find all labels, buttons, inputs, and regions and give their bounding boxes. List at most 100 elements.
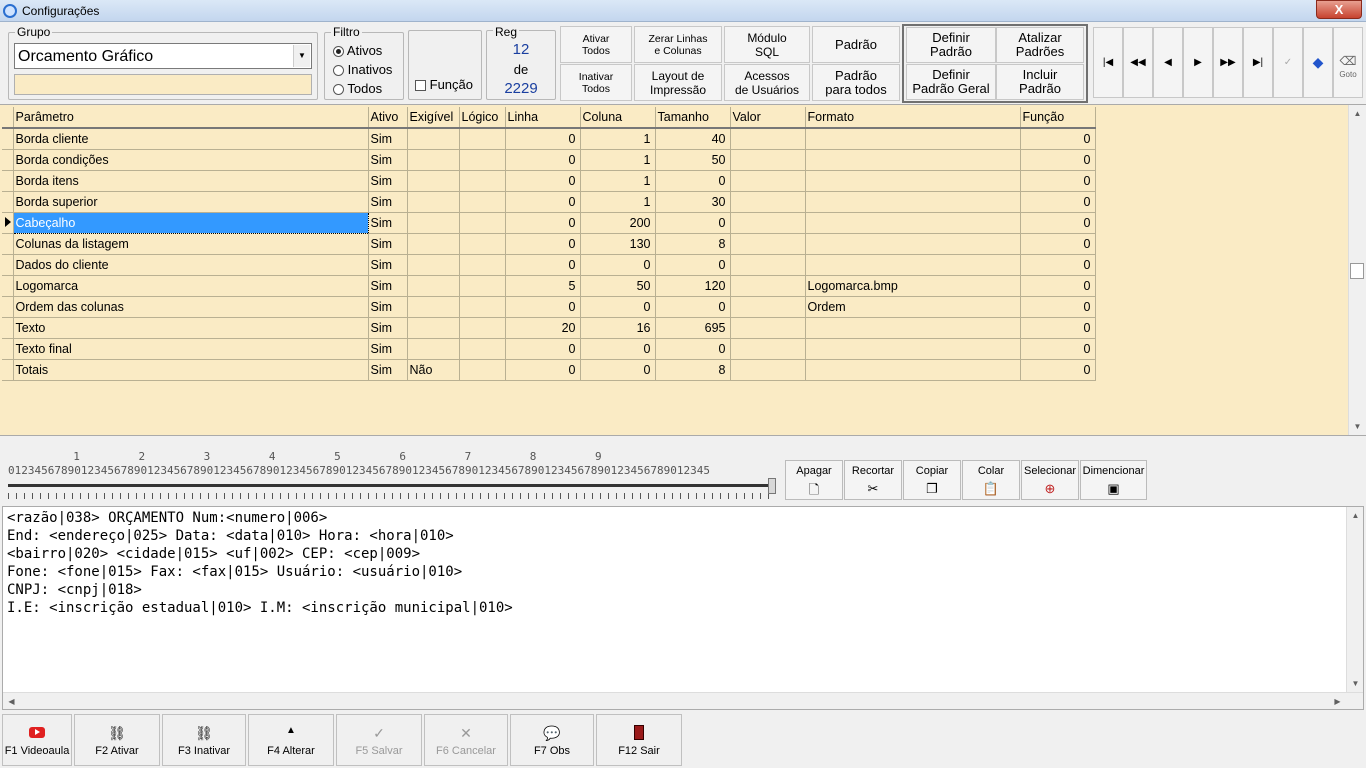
- cell-coluna[interactable]: 0: [580, 254, 656, 276]
- acessos-usuarios-button[interactable]: Acessos de Usuários: [724, 64, 810, 101]
- cell-parametro[interactable]: Cabeçalho: [12, 211, 369, 234]
- ativar-button[interactable]: ⛓ F2 Ativar: [74, 714, 160, 766]
- table-row[interactable]: Borda itens Sim 0 1 0 0: [2, 170, 1096, 192]
- cell-ativo[interactable]: Sim: [368, 317, 408, 339]
- cell-linha[interactable]: 0: [505, 296, 581, 318]
- modulo-sql-button[interactable]: Módulo SQL: [724, 26, 810, 63]
- cell-linha[interactable]: 0: [505, 170, 581, 192]
- cell-formato[interactable]: [805, 170, 1021, 192]
- table-row[interactable]: Cabeçalho Sim 0 200 0 0: [2, 211, 1096, 234]
- cell-formato[interactable]: [805, 317, 1021, 339]
- cell-formato[interactable]: [805, 128, 1021, 150]
- cell-funcao[interactable]: 0: [1020, 233, 1096, 255]
- cell-ativo[interactable]: Sim: [368, 191, 408, 213]
- row-indicator[interactable]: [2, 191, 14, 213]
- cell-valor[interactable]: [730, 254, 806, 276]
- scroll-down-icon[interactable]: ▼: [1347, 675, 1364, 692]
- row-indicator[interactable]: [2, 233, 14, 255]
- radio-todos[interactable]: Todos: [333, 81, 382, 96]
- cell-parametro[interactable]: Totais: [13, 359, 369, 381]
- table-row[interactable]: Dados do cliente Sim 0 0 0 0: [2, 254, 1096, 276]
- cell-coluna[interactable]: 0: [580, 359, 656, 381]
- cell-coluna[interactable]: 50: [580, 275, 656, 297]
- col-coluna[interactable]: Coluna: [580, 107, 656, 129]
- row-indicator[interactable]: [2, 212, 14, 234]
- grupo-select[interactable]: Orcamento Gráfico ▼: [14, 43, 312, 69]
- cell-parametro[interactable]: Borda itens: [13, 170, 369, 192]
- cell-exigivel[interactable]: [407, 233, 460, 255]
- table-row[interactable]: Borda condições Sim 0 1 50 0: [2, 149, 1096, 171]
- cell-ativo[interactable]: Sim: [368, 212, 408, 234]
- cell-exigivel[interactable]: [407, 191, 460, 213]
- cell-logico[interactable]: [459, 170, 506, 192]
- cell-logico[interactable]: [459, 149, 506, 171]
- scroll-down-icon[interactable]: ▼: [1349, 418, 1366, 435]
- cell-tamanho[interactable]: 50: [655, 149, 731, 171]
- row-indicator[interactable]: [2, 149, 14, 171]
- cell-formato[interactable]: [805, 359, 1021, 381]
- cell-logico[interactable]: [459, 317, 506, 339]
- editor-vscroll[interactable]: ▲ ▼: [1346, 507, 1363, 692]
- row-indicator[interactable]: [2, 317, 14, 339]
- cell-formato[interactable]: [805, 191, 1021, 213]
- cancelar-button[interactable]: ✕ F6 Cancelar: [424, 714, 508, 766]
- cell-funcao[interactable]: 0: [1020, 275, 1096, 297]
- cell-exigivel[interactable]: [407, 170, 460, 192]
- cell-logico[interactable]: [459, 233, 506, 255]
- cell-ativo[interactable]: Sim: [368, 275, 408, 297]
- row-indicator[interactable]: [2, 170, 14, 192]
- editor-hscroll[interactable]: ◀ ▶: [3, 692, 1363, 709]
- cell-funcao[interactable]: 0: [1020, 296, 1096, 318]
- cell-valor[interactable]: [730, 317, 806, 339]
- table-row[interactable]: Logomarca Sim 5 50 120 Logomarca.bmp 0: [2, 275, 1096, 297]
- cell-funcao[interactable]: 0: [1020, 359, 1096, 381]
- inativar-todos-button[interactable]: Inativar Todos: [560, 64, 632, 101]
- cell-valor[interactable]: [730, 128, 806, 150]
- inativar-button[interactable]: ⛓ F3 Inativar: [162, 714, 246, 766]
- grupo-second-field[interactable]: [14, 74, 312, 95]
- row-indicator[interactable]: [2, 275, 14, 297]
- cell-coluna[interactable]: 16: [580, 317, 656, 339]
- zerar-linhas-button[interactable]: Zerar Linhas e Colunas: [634, 26, 722, 63]
- layout-text-editor[interactable]: <razão|038> ORÇAMENTO Num:<numero|006> E…: [2, 506, 1364, 710]
- cell-tamanho[interactable]: 8: [655, 359, 731, 381]
- col-ativo[interactable]: Ativo: [368, 107, 408, 129]
- cell-tamanho[interactable]: 8: [655, 233, 731, 255]
- col-funcao[interactable]: Função: [1020, 107, 1096, 129]
- radio-inativos[interactable]: Inativos: [333, 62, 392, 77]
- cell-valor[interactable]: [730, 191, 806, 213]
- cell-coluna[interactable]: 1: [580, 191, 656, 213]
- recortar-button[interactable]: Recortar ✂: [844, 460, 902, 500]
- cell-formato[interactable]: [805, 212, 1021, 234]
- padrao-todos-button[interactable]: Padrão para todos: [812, 64, 900, 101]
- row-indicator[interactable]: [2, 338, 14, 360]
- cell-funcao[interactable]: 0: [1020, 170, 1096, 192]
- cell-coluna[interactable]: 0: [580, 296, 656, 318]
- nav-goto-button[interactable]: ⌫ Goto: [1333, 27, 1363, 98]
- cell-linha[interactable]: 20: [505, 317, 581, 339]
- table-row[interactable]: Texto final Sim 0 0 0 0: [2, 338, 1096, 360]
- cell-coluna[interactable]: 1: [580, 170, 656, 192]
- cell-exigivel[interactable]: [407, 149, 460, 171]
- cell-exigivel[interactable]: [407, 212, 460, 234]
- ruler-slider-track[interactable]: [8, 484, 776, 487]
- row-indicator[interactable]: [2, 359, 14, 381]
- cell-linha[interactable]: 0: [505, 233, 581, 255]
- cell-parametro[interactable]: Texto: [13, 317, 369, 339]
- cell-valor[interactable]: [730, 212, 806, 234]
- funcao-checkbox[interactable]: Função: [415, 77, 473, 92]
- sair-button[interactable]: F12 Sair: [596, 714, 682, 766]
- cell-ativo[interactable]: Sim: [368, 170, 408, 192]
- cell-funcao[interactable]: 0: [1020, 338, 1096, 360]
- cell-ativo[interactable]: Sim: [368, 128, 408, 150]
- cell-ativo[interactable]: Sim: [368, 254, 408, 276]
- cell-valor[interactable]: [730, 296, 806, 318]
- cell-tamanho[interactable]: 0: [655, 212, 731, 234]
- cell-parametro[interactable]: Borda superior: [13, 191, 369, 213]
- alterar-button[interactable]: ▲ F4 Alterar: [248, 714, 334, 766]
- scroll-right-icon[interactable]: ▶: [1329, 693, 1346, 710]
- cell-formato[interactable]: [805, 338, 1021, 360]
- scroll-left-icon[interactable]: ◀: [3, 693, 20, 710]
- cell-coluna[interactable]: 1: [580, 149, 656, 171]
- cell-logico[interactable]: [459, 128, 506, 150]
